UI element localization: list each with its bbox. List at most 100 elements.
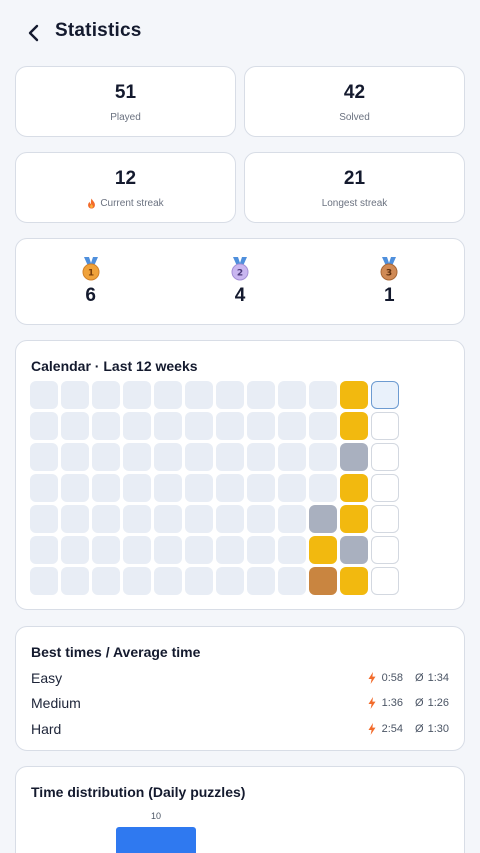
- avg-time: Ø 1:34: [415, 672, 449, 684]
- calendar-day[interactable]: [61, 412, 89, 440]
- calendar-day[interactable]: [30, 536, 58, 564]
- calendar-day[interactable]: [278, 381, 306, 409]
- calendar-day[interactable]: [278, 567, 306, 595]
- calendar-day[interactable]: [92, 412, 120, 440]
- average-symbol: Ø: [415, 697, 424, 709]
- calendar-day[interactable]: [123, 443, 151, 471]
- calendar-day[interactable]: [61, 567, 89, 595]
- calendar-day[interactable]: [185, 567, 213, 595]
- calendar-day[interactable]: [92, 505, 120, 533]
- calendar-day[interactable]: [123, 505, 151, 533]
- calendar-day[interactable]: [154, 443, 182, 471]
- calendar-day[interactable]: [340, 381, 368, 409]
- calendar-day[interactable]: [340, 567, 368, 595]
- calendar-day[interactable]: [247, 474, 275, 502]
- calendar-day[interactable]: [371, 536, 399, 564]
- calendar-day-today[interactable]: [371, 381, 399, 409]
- calendar-day[interactable]: [154, 505, 182, 533]
- calendar-day[interactable]: [278, 505, 306, 533]
- calendar-day[interactable]: [371, 505, 399, 533]
- calendar-day[interactable]: [123, 567, 151, 595]
- calendar-day[interactable]: [247, 412, 275, 440]
- calendar-day[interactable]: [92, 381, 120, 409]
- calendar-day[interactable]: [371, 567, 399, 595]
- bronze-medal-rank: 3: [386, 268, 392, 278]
- current-streak-label: Current streak: [100, 198, 164, 209]
- calendar-day[interactable]: [216, 443, 244, 471]
- calendar-day[interactable]: [92, 567, 120, 595]
- calendar-day[interactable]: [92, 443, 120, 471]
- calendar-day[interactable]: [185, 536, 213, 564]
- calendar-day[interactable]: [247, 505, 275, 533]
- calendar-day[interactable]: [30, 412, 58, 440]
- calendar-day[interactable]: [309, 381, 337, 409]
- calendar-day[interactable]: [340, 505, 368, 533]
- calendar-day[interactable]: [309, 505, 337, 533]
- calendar-day[interactable]: [61, 474, 89, 502]
- calendar-day[interactable]: [247, 567, 275, 595]
- calendar-day[interactable]: [309, 474, 337, 502]
- calendar-day[interactable]: [154, 412, 182, 440]
- chevron-left-icon: [28, 24, 39, 42]
- calendar-day[interactable]: [123, 474, 151, 502]
- calendar-day[interactable]: [61, 381, 89, 409]
- best-time: 2:54: [368, 723, 403, 735]
- calendar-day[interactable]: [278, 443, 306, 471]
- calendar-day[interactable]: [61, 536, 89, 564]
- calendar-day[interactable]: [61, 443, 89, 471]
- calendar-day[interactable]: [309, 567, 337, 595]
- calendar-day[interactable]: [216, 474, 244, 502]
- calendar-day[interactable]: [371, 474, 399, 502]
- calendar-day[interactable]: [92, 474, 120, 502]
- calendar-day[interactable]: [154, 536, 182, 564]
- calendar-day[interactable]: [30, 505, 58, 533]
- calendar-day[interactable]: [278, 474, 306, 502]
- calendar-day[interactable]: [309, 443, 337, 471]
- calendar-day[interactable]: [247, 536, 275, 564]
- calendar-day[interactable]: [216, 412, 244, 440]
- calendar-day[interactable]: [30, 474, 58, 502]
- calendar-day[interactable]: [371, 412, 399, 440]
- calendar-day[interactable]: [123, 536, 151, 564]
- calendar-day[interactable]: [30, 443, 58, 471]
- calendar-day[interactable]: [278, 536, 306, 564]
- calendar-day[interactable]: [154, 381, 182, 409]
- calendar-day[interactable]: [154, 567, 182, 595]
- calendar-day[interactable]: [185, 474, 213, 502]
- calendar-day[interactable]: [340, 474, 368, 502]
- avg-time: Ø 1:26: [415, 697, 449, 709]
- calendar-day[interactable]: [30, 381, 58, 409]
- calendar-day[interactable]: [216, 381, 244, 409]
- calendar-day[interactable]: [247, 443, 275, 471]
- calendar-day[interactable]: [123, 381, 151, 409]
- calendar-day[interactable]: [92, 536, 120, 564]
- calendar-day[interactable]: [247, 381, 275, 409]
- calendar-day[interactable]: [61, 505, 89, 533]
- calendar-day[interactable]: [185, 412, 213, 440]
- calendar-day[interactable]: [278, 412, 306, 440]
- current-streak-value: 12: [114, 168, 137, 189]
- calendar-day[interactable]: [30, 567, 58, 595]
- calendar-day[interactable]: [371, 443, 399, 471]
- calendar-day[interactable]: [340, 412, 368, 440]
- longest-streak-value: 21: [343, 168, 366, 189]
- calendar-day[interactable]: [340, 443, 368, 471]
- back-button[interactable]: [22, 20, 46, 46]
- calendar-day[interactable]: [216, 536, 244, 564]
- average-symbol: Ø: [415, 723, 424, 735]
- calendar-day[interactable]: [309, 412, 337, 440]
- header: Statistics: [0, 0, 480, 66]
- calendar-day[interactable]: [185, 443, 213, 471]
- calendar-day[interactable]: [185, 381, 213, 409]
- calendar-day[interactable]: [154, 474, 182, 502]
- distribution-bar: [116, 827, 196, 853]
- calendar-day[interactable]: [123, 412, 151, 440]
- time-level: Hard: [31, 721, 62, 737]
- calendar-day[interactable]: [309, 536, 337, 564]
- calendar-day[interactable]: [340, 536, 368, 564]
- bronze-medal-count: 1: [384, 284, 395, 306]
- calendar-day[interactable]: [216, 505, 244, 533]
- silver-medal-rank: 2: [237, 268, 243, 278]
- calendar-day[interactable]: [185, 505, 213, 533]
- calendar-day[interactable]: [216, 567, 244, 595]
